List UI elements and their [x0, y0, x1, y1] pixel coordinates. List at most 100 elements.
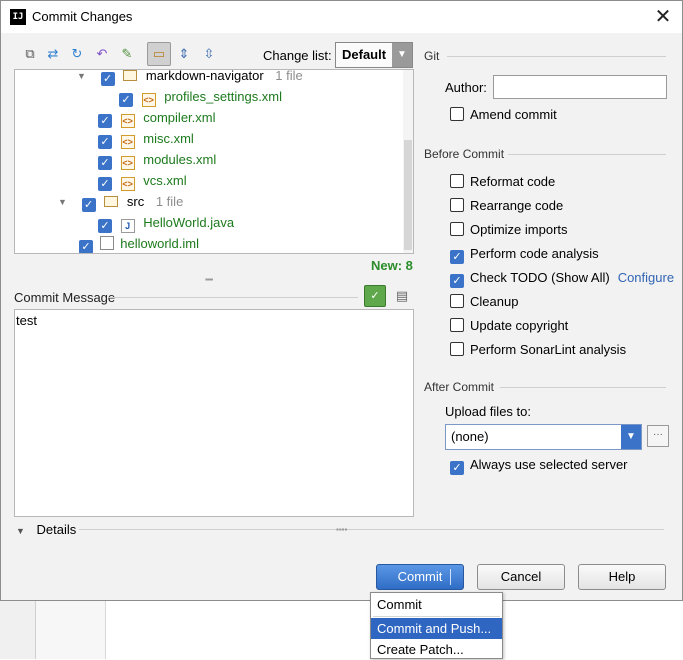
xml-file-icon: <> — [120, 156, 135, 170]
tree-node[interactable]: ✓ J HelloWorld.java — [98, 213, 234, 233]
split-arrow-divider — [450, 569, 451, 585]
tree-node[interactable]: ✓ helloworld.iml — [79, 234, 199, 253]
commit-changes-dialog: IJ Commit Changes ✕ ⧉ ⇄ ↻ ↶ ✎ ▭ ⇕ ⇳ Chan… — [0, 0, 683, 601]
cleanup-checkbox[interactable]: Cleanup — [450, 293, 518, 311]
commit-message-input[interactable]: test — [14, 309, 414, 517]
edit-source-icon[interactable]: ✎ — [118, 45, 136, 63]
tree-node[interactable]: ✓ <> modules.xml — [98, 150, 216, 170]
amend-commit-checkbox[interactable]: Amend commit — [450, 106, 557, 124]
tree-node[interactable]: ✓ <> profiles_settings.xml — [119, 87, 282, 107]
tree-node-label: src — [126, 194, 145, 209]
commit-button[interactable]: Commit — [376, 564, 464, 590]
rearrange-code-checkbox[interactable]: Rearrange code — [450, 197, 563, 215]
menu-item-commit[interactable]: Commit — [371, 594, 502, 615]
upload-server-value: (none) — [451, 429, 489, 444]
splitter-handle[interactable]: ▪▪▪▪ — [336, 525, 347, 534]
file-checkbox[interactable]: ✓ — [119, 93, 133, 107]
expand-arrow-icon[interactable]: ▼ — [77, 70, 87, 86]
checkbox-box — [450, 294, 464, 308]
sonarlint-checkbox[interactable]: Perform SonarLint analysis — [450, 341, 626, 359]
tree-node-label: compiler.xml — [143, 110, 216, 125]
file-checkbox[interactable]: ✓ — [79, 240, 93, 253]
module-file-icon — [99, 236, 114, 250]
checkbox-box — [450, 174, 464, 188]
chevron-down-icon: ▼ — [392, 43, 412, 67]
new-files-count: New: 8 — [371, 258, 413, 273]
expand-arrow-icon[interactable]: ▼ — [58, 192, 68, 212]
help-button[interactable]: Help — [578, 564, 666, 590]
folder-icon — [123, 70, 138, 81]
file-checkbox[interactable]: ✓ — [100, 72, 115, 86]
tree-scrollbar[interactable] — [403, 70, 413, 253]
file-checkbox[interactable]: ✓ — [98, 156, 112, 170]
tree-node-label: HelloWorld.java — [143, 215, 235, 230]
check-todo-checkbox[interactable]: ✓ Check TODO (Show All) Configure — [450, 269, 674, 288]
always-use-server-checkbox[interactable]: ✓ Always use selected server — [450, 456, 628, 475]
menu-item-create-patch[interactable]: Create Patch... — [371, 639, 502, 660]
option-label: Reformat code — [470, 174, 556, 189]
collapse-all-icon[interactable]: ⇳ — [200, 45, 218, 63]
browse-servers-button[interactable]: ··· — [647, 425, 669, 447]
title-bar: IJ Commit Changes ✕ — [1, 1, 682, 33]
tree-node[interactable]: ✓ <> misc.xml — [98, 129, 194, 149]
tree-node[interactable]: ✓ <> vcs.xml — [98, 171, 187, 191]
chevron-down-icon: ▼ — [16, 526, 25, 536]
option-label: Optimize imports — [470, 222, 568, 237]
optimize-imports-checkbox[interactable]: Optimize imports — [450, 221, 568, 239]
intellij-app-icon: IJ — [10, 9, 26, 25]
diff-icon[interactable]: ⧉ — [21, 45, 39, 63]
menu-item-commit-and-push[interactable]: Commit and Push... — [371, 618, 502, 639]
xml-file-icon: <> — [120, 177, 135, 191]
cancel-button[interactable]: Cancel — [477, 564, 565, 590]
configure-link[interactable]: Configure — [618, 270, 674, 285]
commit-button-label: Commit — [397, 569, 443, 584]
author-input[interactable] — [493, 75, 667, 99]
code-analysis-checkbox[interactable]: ✓ Perform code analysis — [450, 245, 599, 264]
move-icon[interactable]: ⇄ — [44, 45, 62, 63]
option-label: Rearrange code — [470, 198, 564, 213]
update-copyright-checkbox[interactable]: Update copyright — [450, 317, 568, 335]
changelist-value: Default — [342, 47, 387, 62]
file-checkbox[interactable]: ✓ — [81, 198, 96, 212]
tree-node[interactable]: ▼ ✓ markdown-navigator 1 file — [77, 69, 303, 86]
tree-node-label: vcs.xml — [143, 173, 187, 188]
splitter-handle[interactable]: ▪▪▪▪ — [205, 275, 213, 284]
changelist-dropdown[interactable]: Default ▼ — [335, 42, 413, 68]
file-checkbox[interactable]: ✓ — [98, 177, 112, 191]
upload-server-dropdown[interactable]: (none) ▼ — [445, 424, 642, 450]
spellcheck-icon[interactable]: ✓ — [364, 285, 386, 307]
checkbox-box — [450, 198, 464, 212]
message-history-icon[interactable]: ▤ — [393, 287, 411, 305]
group-by-directory-icon[interactable]: ▭ — [147, 42, 171, 66]
upload-label: Upload files to: — [445, 404, 531, 419]
java-file-icon: J — [120, 219, 135, 233]
menu-separator — [373, 616, 500, 617]
option-label: Cleanup — [470, 294, 519, 309]
refresh-icon[interactable]: ↻ — [68, 45, 86, 63]
tree-node-label: misc.xml — [143, 131, 194, 146]
background-window — [0, 600, 683, 659]
folder-icon — [104, 196, 119, 207]
tree-node[interactable]: ▼ ✓ src 1 file — [58, 192, 183, 212]
tree-node[interactable]: ✓ <> compiler.xml — [98, 108, 216, 128]
tree-node-count: 1 file — [275, 69, 303, 83]
dialog-title: Commit Changes — [32, 9, 133, 24]
scrollbar-thumb[interactable] — [404, 140, 412, 250]
details-toggle[interactable]: ▼ Details — [16, 522, 76, 537]
changelist-label: Change list: — [263, 48, 332, 63]
xml-file-icon: <> — [120, 114, 135, 128]
file-checkbox[interactable]: ✓ — [98, 114, 112, 128]
file-checkbox[interactable]: ✓ — [98, 135, 112, 149]
file-checkbox[interactable]: ✓ — [98, 219, 112, 233]
background-panel-mid — [36, 600, 106, 659]
checkbox-box — [450, 342, 464, 356]
close-icon[interactable]: ✕ — [650, 4, 676, 30]
git-section-title: Git — [424, 49, 440, 63]
reformat-code-checkbox[interactable]: Reformat code — [450, 173, 555, 191]
checkbox-box — [450, 318, 464, 332]
option-label: Update copyright — [470, 318, 569, 333]
rollback-icon[interactable]: ↶ — [93, 45, 111, 63]
divider — [79, 529, 664, 530]
details-label: Details — [36, 522, 77, 537]
expand-all-icon[interactable]: ⇕ — [175, 45, 193, 63]
